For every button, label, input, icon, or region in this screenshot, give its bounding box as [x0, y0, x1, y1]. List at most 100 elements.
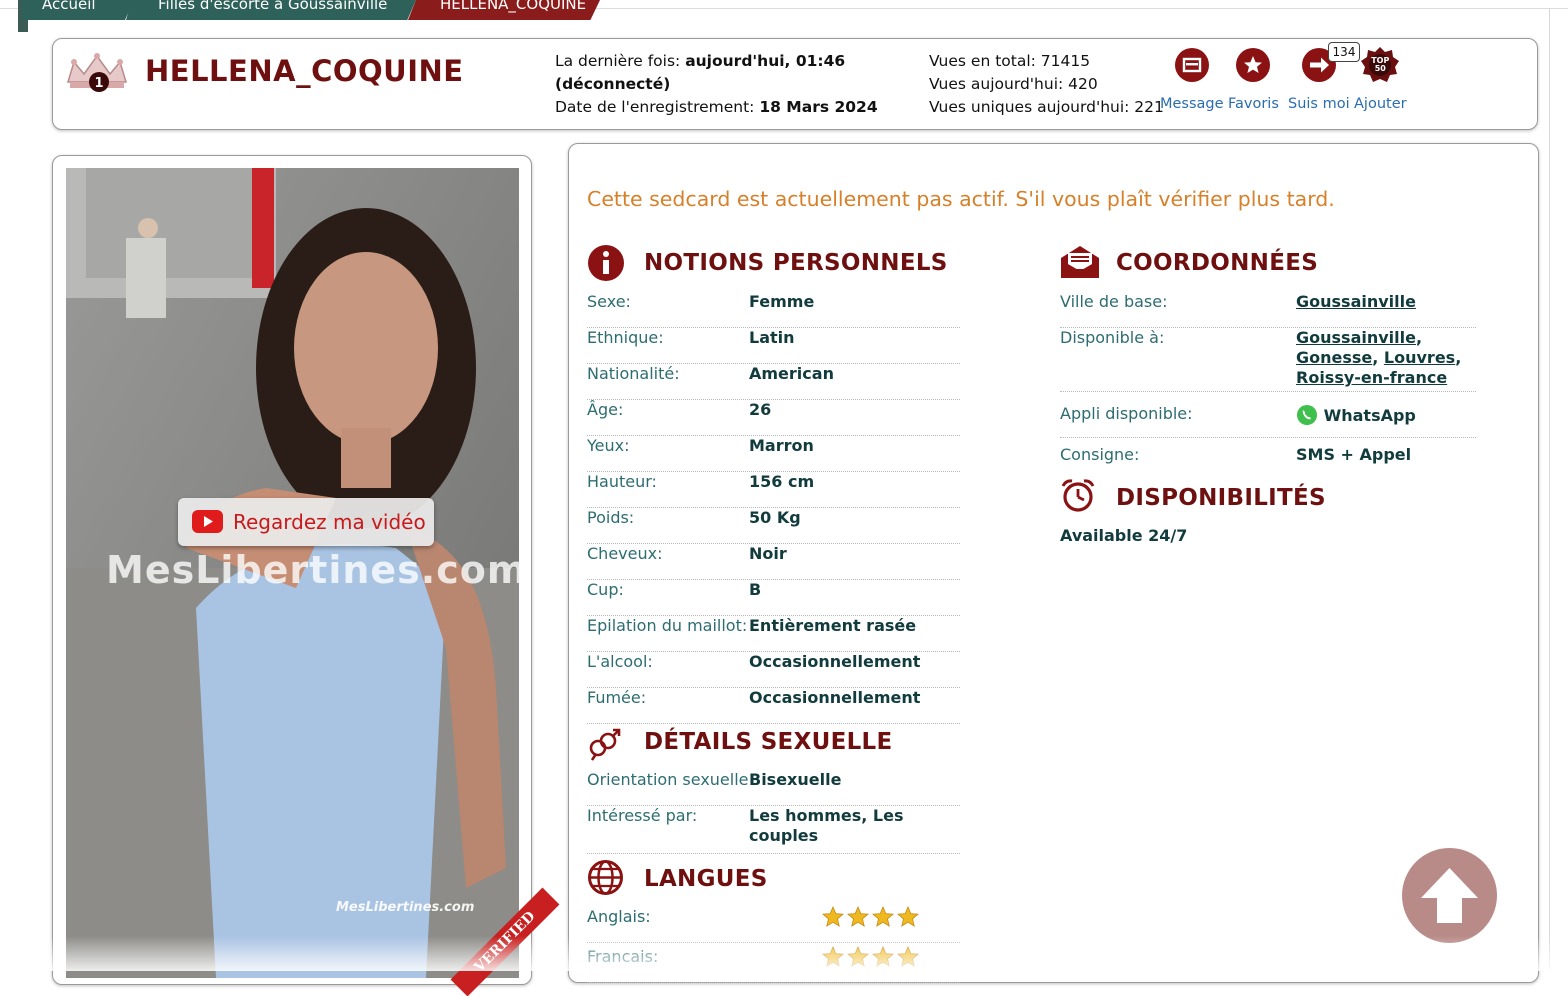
add-top50-button[interactable]: TOP 50 Ajouter: [1354, 46, 1407, 112]
city-link[interactable]: Goussainville: [1296, 292, 1416, 311]
registered-value: 18 Mars 2024: [759, 98, 878, 116]
online-status: (déconnecté): [555, 75, 671, 93]
row-value: 50 Kg: [749, 508, 801, 527]
star-rating-icon: [822, 946, 844, 967]
place-link[interactable]: Gonesse: [1296, 348, 1372, 367]
place-link[interactable]: Louvres: [1384, 348, 1455, 367]
row-label: Consigne:: [1060, 445, 1140, 464]
section-title-availability: DISPONIBILITÉS: [1116, 485, 1326, 511]
table-row: Epilation du maillot: Entièrement rasée: [587, 616, 960, 652]
row-label: Orientation sexuelle: [587, 770, 749, 789]
contact-row: Consigne: SMS + Appel: [1060, 445, 1476, 465]
envelope-icon: [1174, 48, 1209, 82]
table-row: Orientation sexuelle Bisexuelle: [587, 770, 960, 806]
table-row: Poids: 50 Kg: [587, 508, 960, 544]
star-rating-icon: [847, 946, 869, 967]
row-label: Appli disponible:: [1060, 404, 1193, 423]
table-row: Intéressé par: Les hommes, Les couples: [587, 806, 960, 854]
section-title-contact: COORDONNÉES: [1116, 250, 1319, 276]
row-label: Intéressé par:: [587, 806, 698, 825]
table-row: Ethnique: Latin: [587, 328, 960, 364]
row-value: B: [749, 580, 762, 599]
availability-value: Available 24/7: [1060, 526, 1188, 545]
language-stars: [822, 946, 922, 972]
row-value: SMS + Appel: [1296, 445, 1412, 464]
row-label: Fumée:: [587, 688, 647, 707]
table-row: Âge: 26: [587, 400, 960, 436]
row-label: Sexe:: [587, 292, 631, 311]
arrow-up-icon: [1421, 868, 1478, 923]
language-stars: [822, 906, 922, 932]
favoris-label: Favoris: [1228, 96, 1279, 112]
watch-video-button[interactable]: Regardez ma vidéo: [178, 498, 434, 546]
scroll-edge: [1549, 8, 1550, 971]
crown-rank-icon: 1: [66, 53, 128, 92]
row-value: Femme: [749, 292, 815, 311]
section-title-languages: LANGUES: [644, 866, 768, 892]
row-value: Noir: [749, 544, 787, 563]
scroll-top-button[interactable]: [1402, 848, 1497, 943]
add-label: Ajouter: [1354, 96, 1407, 112]
last-seen-value: aujourd'hui, 01:46: [685, 52, 846, 70]
row-label: Yeux:: [587, 436, 630, 455]
place-link[interactable]: Goussainville: [1296, 328, 1416, 347]
table-row: Cheveux: Noir: [587, 544, 960, 580]
star-rating-icon: [872, 946, 894, 967]
row-label: Poids:: [587, 508, 635, 527]
row-value: American: [749, 364, 834, 383]
gender-symbols-icon: [589, 728, 621, 761]
table-row: Sexe: Femme: [587, 292, 960, 328]
mail-open-icon: [1061, 246, 1099, 278]
top50-badge-icon: TOP 50: [1360, 46, 1400, 84]
row-label: Epilation du maillot:: [587, 616, 748, 635]
contact-row: Ville de base: Goussainville: [1060, 292, 1476, 328]
row-value: Occasionnellement: [749, 652, 921, 671]
youtube-play-icon: [192, 510, 223, 533]
message-label: Message: [1160, 96, 1224, 112]
table-row: Cup: B: [587, 580, 960, 616]
row-value: 26: [749, 400, 772, 419]
views-unique: Vues uniques aujourd'hui: 221: [929, 98, 1164, 116]
watermark: MesLibertines.com: [106, 548, 528, 592]
star-rating-icon: [822, 906, 844, 927]
registered-label: Date de l'enregistrement:: [555, 98, 755, 116]
row-label: Ethnique:: [587, 328, 664, 347]
section-title-sexual: DÉTAILS SEXUELLE: [644, 729, 893, 755]
row-label: Hauteur:: [587, 472, 657, 491]
breadcrumb-current: HELLENA_COQUINE: [408, 0, 600, 20]
row-value: Entièrement rasée: [749, 616, 917, 635]
alarm-clock-icon: [1061, 479, 1095, 512]
breadcrumb-category[interactable]: Filles d'escorte à Goussainville: [126, 0, 416, 20]
whatsapp-icon: [1297, 405, 1317, 425]
views-total: Vues en total: 71415: [929, 52, 1091, 70]
breadcrumb-home[interactable]: Accueil: [22, 0, 134, 20]
row-label: Disponible à:: [1060, 328, 1165, 347]
table-row: L'alcool: Occasionnellement: [587, 652, 960, 688]
rank-number: 1: [94, 76, 103, 91]
watch-video-label: Regardez ma vidéo: [233, 510, 426, 534]
row-label: Cup:: [587, 580, 624, 599]
table-row: Hauteur: 156 cm: [587, 472, 960, 508]
globe-icon: [588, 860, 623, 895]
info-icon: [588, 245, 624, 281]
row-label: L'alcool:: [587, 652, 653, 671]
app-value: WhatsApp: [1323, 406, 1416, 425]
table-row: Yeux: Marron: [587, 436, 960, 472]
star-rating-icon: [897, 906, 919, 927]
row-label: Nationalité:: [587, 364, 680, 383]
top50-text: TOP 50: [1371, 56, 1390, 73]
last-seen-label: La dernière fois:: [555, 52, 681, 70]
message-button[interactable]: Message: [1160, 48, 1224, 112]
contact-row: Disponible à: Goussainville, Gonesse, Lo…: [1060, 328, 1476, 392]
language-name: Anglais:: [587, 907, 651, 926]
row-label: Cheveux:: [587, 544, 663, 563]
place-link[interactable]: Roissy-en-france: [1296, 368, 1447, 387]
star-icon: [1236, 48, 1271, 82]
profile-views: Vues en total: 71415 Vues aujourd'hui: 4…: [929, 50, 1164, 119]
favoris-button[interactable]: Favoris: [1228, 48, 1279, 112]
contact-row: Appli disponible: WhatsApp: [1060, 404, 1476, 438]
row-value: Bisexuelle: [749, 770, 842, 789]
section-title-personal: NOTIONS PERSONNELS: [644, 250, 948, 276]
row-label: Ville de base:: [1060, 292, 1168, 311]
profile-dates: La dernière fois: aujourd'hui, 01:46 (dé…: [555, 50, 878, 119]
